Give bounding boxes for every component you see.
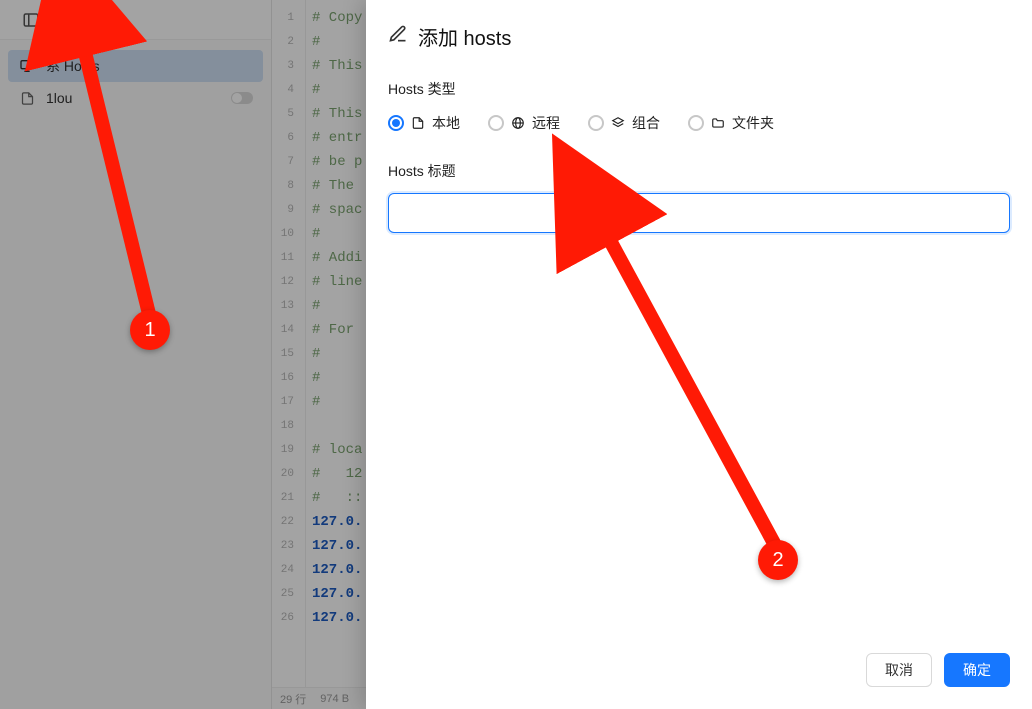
file-icon — [410, 116, 426, 130]
radio-label: 组合 — [632, 113, 660, 133]
stack-icon — [610, 116, 626, 130]
radio-indicator — [688, 115, 704, 131]
cancel-button[interactable]: 取消 — [866, 653, 932, 687]
hosts-type-radio-group: 本地 远程 组合 文件夹 — [388, 113, 1010, 133]
folder-icon — [710, 116, 726, 130]
hosts-title-label: Hosts 标题 — [388, 161, 1010, 181]
radio-remote[interactable]: 远程 — [488, 113, 560, 133]
radio-folder[interactable]: 文件夹 — [688, 113, 774, 133]
drawer-footer: 取消 确定 — [866, 653, 1010, 687]
radio-indicator — [488, 115, 504, 131]
edit-icon — [388, 24, 408, 50]
radio-indicator — [588, 115, 604, 131]
drawer-title: 添加 hosts — [388, 22, 1010, 51]
radio-local[interactable]: 本地 — [388, 113, 460, 133]
radio-label: 远程 — [532, 113, 560, 133]
add-hosts-drawer: 添加 hosts Hosts 类型 本地 远程 — [366, 0, 1032, 709]
ok-button[interactable]: 确定 — [944, 653, 1010, 687]
radio-group[interactable]: 组合 — [588, 113, 660, 133]
hosts-title-input[interactable] — [388, 193, 1010, 233]
hosts-type-label: Hosts 类型 — [388, 79, 1010, 99]
radio-label: 本地 — [432, 113, 460, 133]
globe-icon — [510, 116, 526, 130]
radio-indicator — [388, 115, 404, 131]
drawer-title-text: 添加 hosts — [418, 22, 511, 51]
radio-label: 文件夹 — [732, 113, 774, 133]
